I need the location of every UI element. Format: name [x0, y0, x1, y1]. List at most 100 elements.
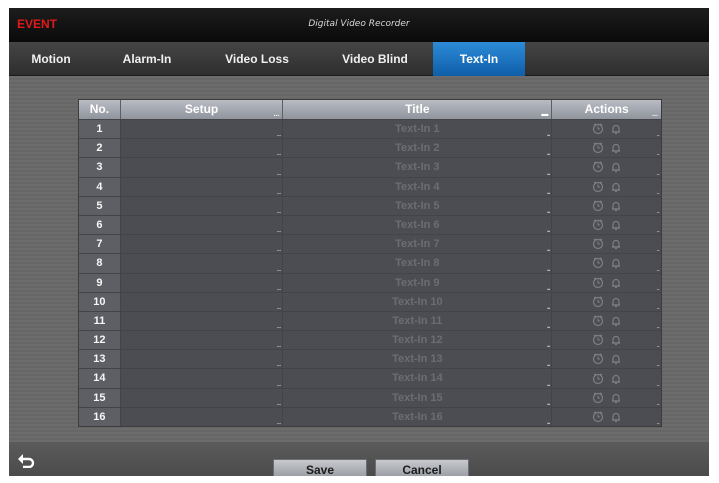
- setup-cell[interactable]: ...: [120, 254, 284, 273]
- bell-icon: [610, 392, 622, 404]
- more-icon: ...: [276, 417, 282, 426]
- setup-cell[interactable]: ...: [120, 215, 284, 235]
- edit-icon: ..: [546, 359, 551, 369]
- alarm-clock-icon: [592, 257, 604, 269]
- title-text: Text-In 1: [395, 123, 440, 135]
- setup-cell[interactable]: ...: [120, 120, 284, 139]
- title-cell[interactable]: Text-In 12..: [283, 331, 553, 350]
- row-number: 1: [79, 120, 121, 139]
- actions-cell[interactable]: ..: [552, 311, 661, 331]
- title-cell[interactable]: Text-In 14..: [283, 369, 553, 388]
- setup-cell[interactable]: ...: [120, 139, 284, 158]
- tab-video-blind[interactable]: Video Blind: [327, 42, 423, 76]
- title-cell[interactable]: Text-In 9..: [283, 273, 553, 292]
- title-cell[interactable]: Text-In 13..: [283, 350, 553, 369]
- header-title-label: Title: [405, 102, 430, 116]
- title-text: Text-In 16: [392, 410, 443, 423]
- cancel-button[interactable]: Cancel: [375, 459, 469, 476]
- edit-icon: ..: [546, 244, 551, 254]
- alarm-clock-icon: [592, 296, 604, 308]
- actions-cell[interactable]: ..: [552, 215, 661, 235]
- setup-cell[interactable]: ...: [120, 273, 284, 292]
- title-text: Text-In 11: [392, 314, 443, 327]
- title-cell[interactable]: Text-In 1..: [283, 120, 553, 139]
- setup-cell[interactable]: ...: [120, 388, 284, 407]
- more-icon: ..: [656, 263, 661, 273]
- actions-cell[interactable]: ..: [552, 407, 661, 426]
- title-cell[interactable]: Text-In 7..: [283, 235, 553, 254]
- title-cell[interactable]: Text-In 4..: [283, 177, 553, 196]
- content-area: No. Setup ... Title ▬ Actions ... 1... Te…: [9, 76, 709, 442]
- title-cell[interactable]: Text-In 10..: [283, 292, 553, 311]
- bell-icon: [610, 315, 622, 327]
- more-icon: ...: [276, 321, 282, 331]
- table-row: 5... Text-In 5....: [79, 195, 661, 215]
- tab-motion[interactable]: Motion: [9, 42, 93, 76]
- actions-cell[interactable]: ..: [552, 158, 661, 177]
- row-number: 2: [79, 139, 121, 158]
- edit-icon: ..: [546, 167, 551, 177]
- setup-cell[interactable]: ...: [120, 369, 284, 388]
- actions-cell[interactable]: ..: [552, 292, 661, 311]
- actions-cell[interactable]: ..: [552, 139, 661, 158]
- title-cell[interactable]: Text-In 16..: [283, 407, 553, 426]
- actions-cell[interactable]: ..: [552, 177, 661, 196]
- actions-cell[interactable]: ..: [552, 235, 661, 254]
- setup-cell[interactable]: ...: [120, 158, 284, 177]
- row-number: 16: [79, 407, 121, 426]
- title-cell[interactable]: Text-In 15..: [283, 388, 553, 407]
- table-row: 16... Text-In 16....: [79, 406, 661, 426]
- setup-cell[interactable]: ...: [120, 407, 284, 426]
- title-text: Text-In 15: [392, 391, 443, 404]
- setup-cell[interactable]: ...: [120, 311, 284, 331]
- more-icon: ..: [656, 244, 661, 254]
- setup-cell[interactable]: ...: [120, 331, 284, 350]
- edit-icon: ..: [546, 397, 551, 407]
- actions-cell[interactable]: ..: [552, 254, 661, 273]
- edit-icon: ..: [546, 225, 551, 235]
- tab-video-loss[interactable]: Video Loss: [209, 42, 305, 76]
- setup-cell[interactable]: ...: [120, 292, 284, 311]
- table-row: 14... Text-In 14....: [79, 368, 661, 388]
- title-cell[interactable]: Text-In 2..: [283, 139, 553, 158]
- back-arrow-icon[interactable]: [17, 452, 35, 469]
- title-cell[interactable]: Text-In 6..: [283, 215, 553, 235]
- bell-icon: [610, 161, 622, 173]
- tab-text-in[interactable]: Text-In: [433, 42, 525, 76]
- table-row: 13... Text-In 13....: [79, 349, 661, 369]
- tab-alarm-in[interactable]: Alarm-In: [105, 42, 189, 76]
- title-cell[interactable]: Text-In 3..: [283, 158, 553, 177]
- edit-icon: ..: [546, 148, 551, 158]
- actions-cell[interactable]: ..: [552, 350, 661, 369]
- more-icon: ...: [276, 359, 282, 369]
- title-cell[interactable]: Text-In 8..: [283, 254, 553, 273]
- setup-cell[interactable]: ...: [120, 235, 284, 254]
- header-no: No.: [79, 100, 121, 119]
- header-actions[interactable]: Actions ...: [552, 100, 661, 119]
- more-icon: ..: [656, 148, 661, 158]
- title-cell[interactable]: Text-In 5..: [283, 196, 553, 215]
- more-icon: ...: [652, 111, 658, 118]
- actions-cell[interactable]: ..: [552, 331, 661, 350]
- setup-cell[interactable]: ...: [120, 177, 284, 196]
- actions-cell[interactable]: ..: [552, 273, 661, 292]
- more-icon: ...: [276, 340, 282, 350]
- more-icon: ..: [656, 340, 661, 350]
- actions-cell[interactable]: ..: [552, 369, 661, 388]
- alarm-clock-icon: [592, 123, 604, 135]
- title-cell[interactable]: Text-In 11..: [283, 311, 553, 331]
- actions-cell[interactable]: ..: [552, 120, 661, 139]
- save-button[interactable]: Save: [273, 459, 367, 476]
- header-title[interactable]: Title ▬: [283, 100, 553, 119]
- actions-cell[interactable]: ..: [552, 196, 661, 215]
- table-row: 15... Text-In 15....: [79, 387, 661, 407]
- header-setup[interactable]: Setup ...: [121, 100, 284, 119]
- setup-cell[interactable]: ...: [120, 196, 284, 215]
- actions-cell[interactable]: ..: [552, 388, 661, 407]
- alarm-clock-icon: [592, 392, 604, 404]
- alarm-clock-icon: [592, 353, 604, 365]
- alarm-clock-icon: [592, 372, 604, 385]
- table-header: No. Setup ... Title ▬ Actions ...: [79, 100, 661, 119]
- more-icon: ..: [656, 205, 661, 215]
- setup-cell[interactable]: ...: [120, 350, 284, 369]
